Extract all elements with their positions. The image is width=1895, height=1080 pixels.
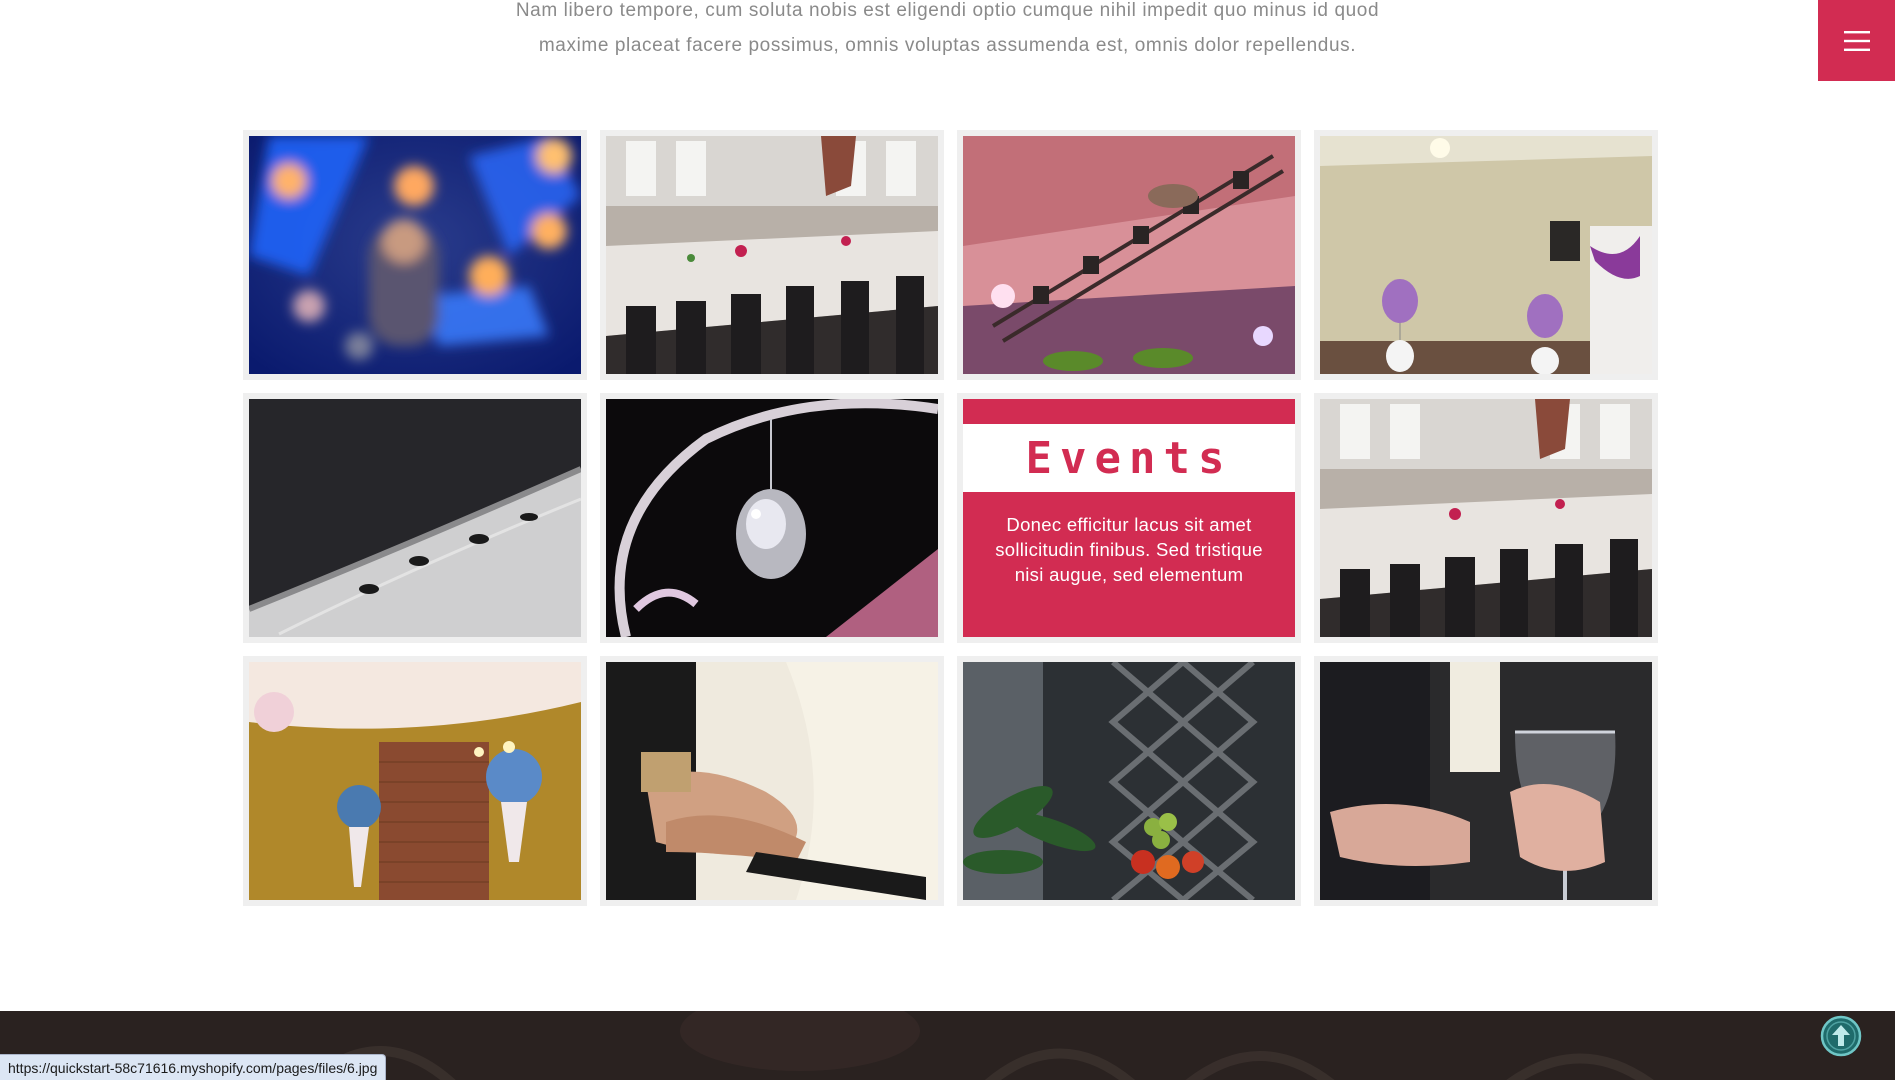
intro-text: Nam libero tempore, cum soluta nobis est… bbox=[0, 0, 1895, 63]
gallery-tile-balloon-decor[interactable] bbox=[243, 656, 587, 906]
gallery-image bbox=[249, 136, 581, 374]
back-to-top-button[interactable] bbox=[1820, 1015, 1862, 1057]
events-top-band bbox=[963, 399, 1295, 424]
gallery-image bbox=[1320, 399, 1652, 637]
gallery-tile-cake-cutting[interactable] bbox=[600, 656, 944, 906]
status-bar-url: https://quickstart-58c71616.myshopify.co… bbox=[0, 1054, 387, 1080]
gallery-image bbox=[1320, 136, 1652, 374]
gallery-image bbox=[1320, 662, 1652, 900]
gallery-tile-banquet-tables[interactable] bbox=[600, 130, 944, 380]
gallery-image bbox=[606, 399, 938, 637]
gallery-tile-cake-closeup[interactable] bbox=[243, 393, 587, 643]
gallery-image bbox=[963, 662, 1295, 900]
events-tile[interactable]: Events Donec efficitur lacus sit amet so… bbox=[957, 393, 1301, 643]
gallery-tile-wine-glass[interactable] bbox=[1314, 656, 1658, 906]
page: Nam libero tempore, cum soluta nobis est… bbox=[0, 0, 1895, 1080]
intro-line-2: maxime placeat facere possimus, omnis vo… bbox=[538, 35, 1357, 56]
gallery-image bbox=[249, 399, 581, 637]
gallery-tile-jewelry[interactable] bbox=[600, 393, 944, 643]
gallery-tile-fruit-display[interactable] bbox=[957, 656, 1301, 906]
gallery-tile-stage-lights[interactable] bbox=[243, 130, 587, 380]
events-card: Events Donec efficitur lacus sit amet so… bbox=[963, 399, 1295, 637]
events-title: Events bbox=[1025, 432, 1233, 484]
gallery-image bbox=[249, 662, 581, 900]
intro-line-1: Nam libero tempore, cum soluta nobis est… bbox=[515, 0, 1380, 21]
gallery-tile-banquet-tables-2[interactable] bbox=[1314, 393, 1658, 643]
gallery-image bbox=[606, 136, 938, 374]
hamburger-menu-icon bbox=[1843, 30, 1870, 51]
gallery-tile-pink-hall[interactable] bbox=[957, 130, 1301, 380]
arrow-up-circle-icon bbox=[1820, 1015, 1862, 1057]
gallery-tile-balloon-hall[interactable] bbox=[1314, 130, 1658, 380]
gallery-image bbox=[606, 662, 938, 900]
gallery-image bbox=[963, 136, 1295, 374]
events-title-area: Events bbox=[963, 424, 1295, 492]
photo-gallery: Events Donec efficitur lacus sit amet so… bbox=[243, 130, 1658, 906]
menu-button[interactable] bbox=[1818, 0, 1895, 81]
events-description: Donec efficitur lacus sit amet sollicitu… bbox=[995, 514, 1263, 585]
